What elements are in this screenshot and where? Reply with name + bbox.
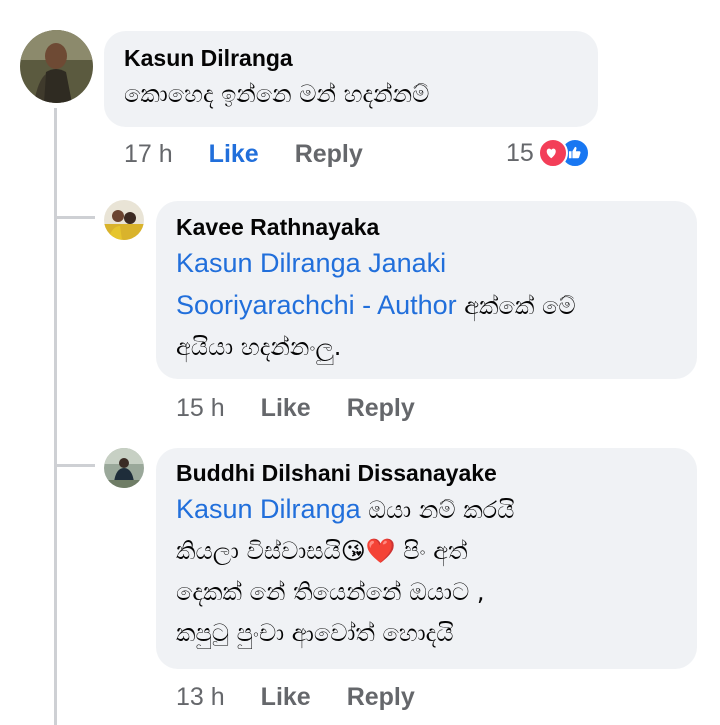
comment-bubble: Kasun Dilranga කොහෙද ඉන්නෙ මන් හදන්නම් — [104, 31, 598, 127]
kiss-heart-emoji-icon: 😘❤️ — [340, 537, 396, 565]
reply-2-text-line2b: පිං අත් — [395, 537, 468, 565]
reply-2-text: Kasun Dilranga ඔයා නම් කරයි කියලා විස්වා… — [176, 489, 677, 654]
avatar-buddhi[interactable] — [104, 448, 144, 488]
reply-1-text-line2: අක්කේ මේ — [456, 292, 576, 320]
avatar-kasun[interactable] — [20, 30, 93, 103]
reply-2-text-line3: දෙකක් නේ තියෙන්නේ ඔයාට , — [176, 578, 485, 606]
comment-author[interactable]: Kasun Dilranga — [124, 45, 578, 72]
reply-2-timestamp[interactable]: 13 h — [176, 683, 225, 712]
reaction-count: 15 — [506, 138, 534, 167]
reply-2-actions: 13 h Like Reply — [176, 683, 415, 712]
reply-bubble-1: Kavee Rathnayaka Kasun Dilranga Janaki S… — [156, 201, 697, 379]
reply-1-mention-line2[interactable]: Sooriyarachchi - Author — [176, 290, 457, 320]
reply-2-author[interactable]: Buddhi Dilshani Dissanayake — [176, 460, 677, 487]
reply-bubble-2: Buddhi Dilshani Dissanayake Kasun Dilran… — [156, 448, 697, 669]
comment-actions: 17 h Like Reply — [124, 140, 363, 169]
avatar-kavee[interactable] — [104, 200, 144, 240]
love-reaction-icon — [537, 138, 568, 168]
reply-1-like-button[interactable]: Like — [261, 394, 311, 423]
reply-1-reply-button[interactable]: Reply — [347, 394, 415, 423]
comment-timestamp[interactable]: 17 h — [124, 140, 173, 169]
reply-1-mention-line1[interactable]: Kasun Dilranga Janaki — [176, 248, 446, 278]
comment-reactions[interactable]: 15 — [506, 138, 590, 168]
thread-line-main — [54, 108, 57, 725]
comment-like-button[interactable]: Like — [209, 140, 259, 169]
reply-1-actions: 15 h Like Reply — [176, 394, 415, 423]
thread-connector-reply-1 — [57, 216, 95, 219]
reply-2-like-button[interactable]: Like — [261, 683, 311, 712]
reply-2-text-line4: කපුටු පුංචා ආවෝත් හොදයි — [176, 619, 454, 647]
comment-text: කොහෙද ඉන්නෙ මන් හදන්නම් — [124, 80, 430, 108]
reply-1-author[interactable]: Kavee Rathnayaka — [176, 214, 677, 241]
reply-1-text-line3: අයියා හදන්නංලු. — [176, 333, 342, 361]
thread-connector-reply-2 — [57, 464, 95, 467]
reply-2-mention[interactable]: Kasun Dilranga — [176, 494, 361, 524]
reply-1-timestamp[interactable]: 15 h — [176, 394, 225, 423]
reply-2-reply-button[interactable]: Reply — [347, 683, 415, 712]
reply-2-text-line2: කියලා විස්වාසයි — [176, 537, 341, 565]
comment-reply-button[interactable]: Reply — [295, 140, 363, 169]
reply-1-text: Kasun Dilranga Janaki Sooriyarachchi - A… — [176, 243, 677, 368]
reply-2-text-line1: ඔයා නම් කරයි — [360, 496, 515, 524]
